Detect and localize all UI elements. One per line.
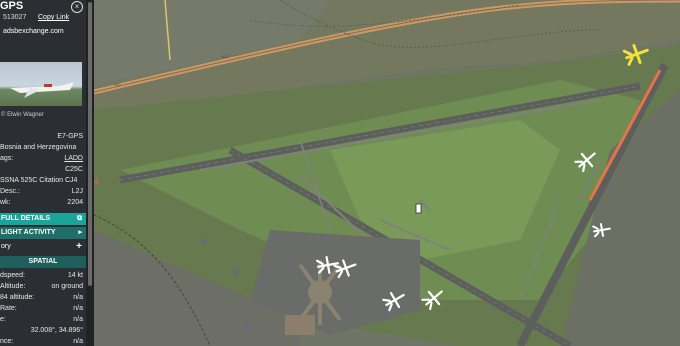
groundspeed-value: 14 kt (67, 272, 83, 279)
panel-scrollbar-thumb[interactable] (88, 2, 92, 286)
altitude-value: on ground (51, 283, 83, 290)
plus-icon: + (76, 241, 82, 252)
flags-label: ags: (0, 155, 14, 162)
aircraft-callsign: GPS (0, 0, 24, 12)
history-label: ory (1, 243, 11, 250)
wtc-value: 2204 (67, 199, 83, 206)
hex-code: 513027 (3, 14, 27, 21)
track-label: e: (0, 316, 6, 323)
country: Bosnia and Herzegovina (0, 144, 77, 151)
groundspeed-label: dspeed: (0, 272, 25, 279)
type-code: C25C (65, 166, 83, 173)
road-label: 412 (114, 82, 121, 87)
position-value: 32.008°, 34.896° (30, 327, 83, 334)
site-name: adsbexchange.com (3, 28, 64, 35)
triangle-right-icon: ▸ (78, 229, 82, 236)
full-details-button[interactable]: FULL DETAILS ⧉ (0, 213, 86, 225)
road-label: 412 (222, 54, 229, 59)
external-link-icon: ⧉ (77, 215, 82, 222)
wgs-altitude-value: n/a (73, 294, 83, 301)
distance-value: n/a (73, 338, 83, 345)
type-name: SSNA 525C Citation CJ4 (0, 177, 78, 184)
svg-text:P: P (202, 238, 208, 248)
desc-value: L2J (71, 188, 83, 195)
spatial-section-header[interactable]: SPATIAL (0, 256, 86, 268)
history-button[interactable]: ory + (0, 241, 86, 253)
map-view[interactable]: 412 412 P P P 4 (0, 0, 680, 346)
flags-value[interactable]: LADD (64, 153, 83, 164)
flight-activity-label: LIGHT ACTIVITY (1, 229, 56, 236)
flight-activity-button[interactable]: LIGHT ACTIVITY ▸ (0, 227, 86, 239)
close-icon[interactable]: × (71, 1, 83, 13)
desc-label: Desc.: (0, 188, 20, 195)
wgs-altitude-label: 84 altitude: (0, 294, 35, 301)
rate-value: n/a (73, 305, 83, 312)
copy-link[interactable]: Copy Link (38, 14, 69, 21)
svg-text:P: P (246, 322, 252, 332)
aircraft-photo[interactable] (0, 62, 82, 106)
full-details-label: FULL DETAILS (1, 215, 51, 222)
distance-label: nce: (0, 338, 14, 345)
svg-text:4: 4 (94, 177, 99, 186)
altitude-label: Altitude: (0, 283, 26, 290)
wtc-label: wk: (0, 199, 11, 206)
photo-credit: © Elwin Wagner (1, 112, 44, 118)
svg-text:P: P (234, 268, 240, 278)
track-value: n/a (73, 316, 83, 323)
rate-label: Rate: (0, 305, 17, 312)
aircraft-info-panel: GPS × 513027 Copy Link adsbexchange.com … (0, 0, 86, 346)
registration: E7-GPS (57, 133, 83, 140)
